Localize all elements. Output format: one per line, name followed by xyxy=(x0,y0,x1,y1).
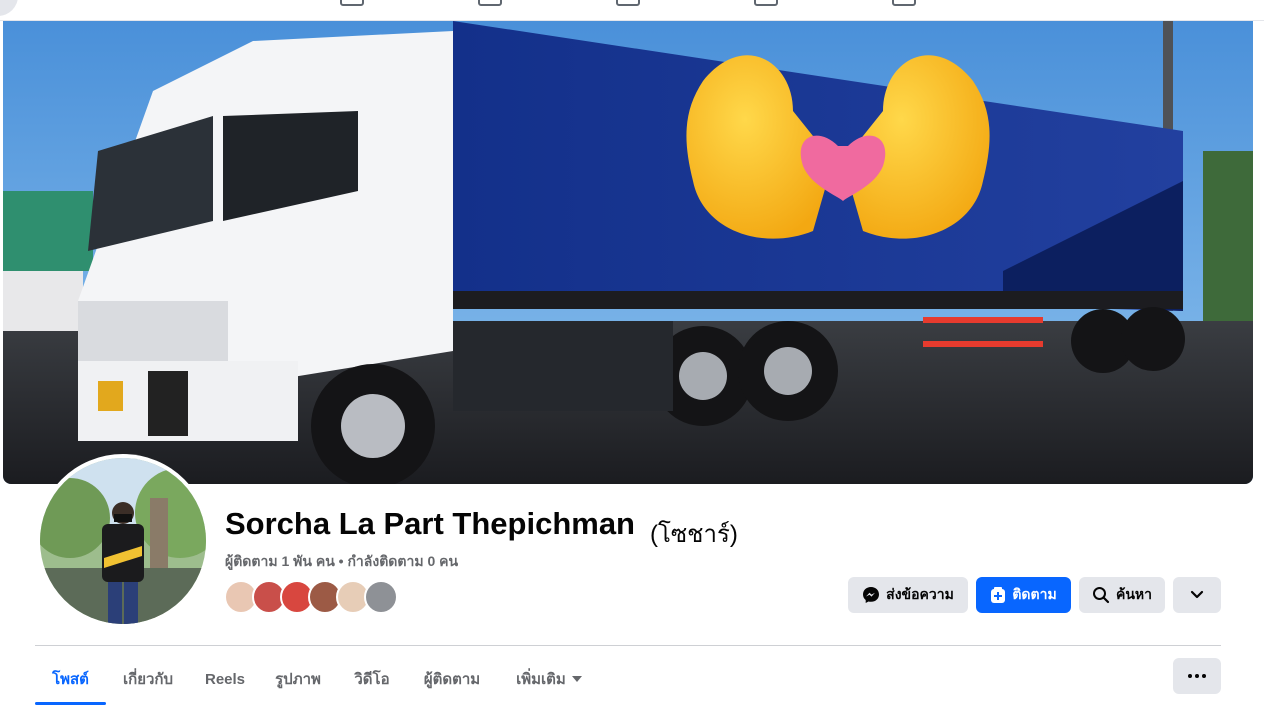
caret-down-icon xyxy=(571,676,582,682)
groups-icon[interactable] xyxy=(892,0,916,6)
follow-button[interactable]: ติดตาม xyxy=(976,577,1071,613)
tab-reels[interactable]: Reels xyxy=(196,656,254,702)
tab-label: โพสต์ xyxy=(52,671,89,688)
back-button[interactable] xyxy=(0,0,18,16)
search-button[interactable]: ค้นหา xyxy=(1079,577,1165,613)
tab-posts[interactable]: โพสต์ xyxy=(35,656,106,702)
message-button[interactable]: ส่งข้อความ xyxy=(848,577,968,613)
tab-photos[interactable]: รูปภาพ xyxy=(262,656,334,702)
follower-avatar[interactable] xyxy=(364,580,398,614)
friends-icon[interactable] xyxy=(616,0,640,6)
video-icon[interactable] xyxy=(478,0,502,6)
profile-avatar[interactable] xyxy=(36,454,210,628)
messenger-icon xyxy=(863,587,880,603)
tab-label: Reels xyxy=(204,670,246,688)
tab-label: ผู้ติดตาม xyxy=(423,671,481,688)
profile-menu-button[interactable] xyxy=(1173,658,1221,694)
profile-alternate-name: (โซชาร์) xyxy=(650,521,738,548)
tab-about[interactable]: เกี่ยวกับ xyxy=(110,656,186,702)
tab-label: รูปภาพ xyxy=(275,671,321,688)
tab-label: เกี่ยวกับ xyxy=(122,671,174,688)
follow-stats[interactable]: ผู้ติดตาม 1 พัน คน • กำลังติดตาม 0 คน xyxy=(225,551,458,573)
profile-name: Sorcha La Part Thepichman xyxy=(225,506,635,541)
top-navigation-bar xyxy=(0,0,1264,21)
tab-more[interactable]: เพิ่มเติม xyxy=(502,656,596,702)
follow-button-label: ติดตาม xyxy=(1012,586,1057,602)
tab-videos[interactable]: วิดีโอ xyxy=(342,656,402,702)
tab-label: วิดีโอ xyxy=(354,671,390,688)
marketplace-icon[interactable] xyxy=(754,0,778,6)
cover-photo[interactable] xyxy=(3,21,1253,484)
active-tab-indicator xyxy=(35,702,106,705)
message-button-label: ส่งข้อความ xyxy=(886,586,954,602)
search-icon xyxy=(1092,587,1110,604)
tab-label: เพิ่มเติม xyxy=(516,671,566,688)
tab-followers[interactable]: ผู้ติดตาม xyxy=(410,656,494,702)
chevron-down-icon xyxy=(1190,590,1204,599)
section-divider xyxy=(35,645,1221,646)
search-button-label: ค้นหา xyxy=(1115,586,1153,602)
more-actions-button[interactable] xyxy=(1173,577,1221,613)
home-icon[interactable] xyxy=(340,0,364,6)
ellipsis-icon xyxy=(1188,674,1206,678)
follow-icon xyxy=(991,587,1006,603)
